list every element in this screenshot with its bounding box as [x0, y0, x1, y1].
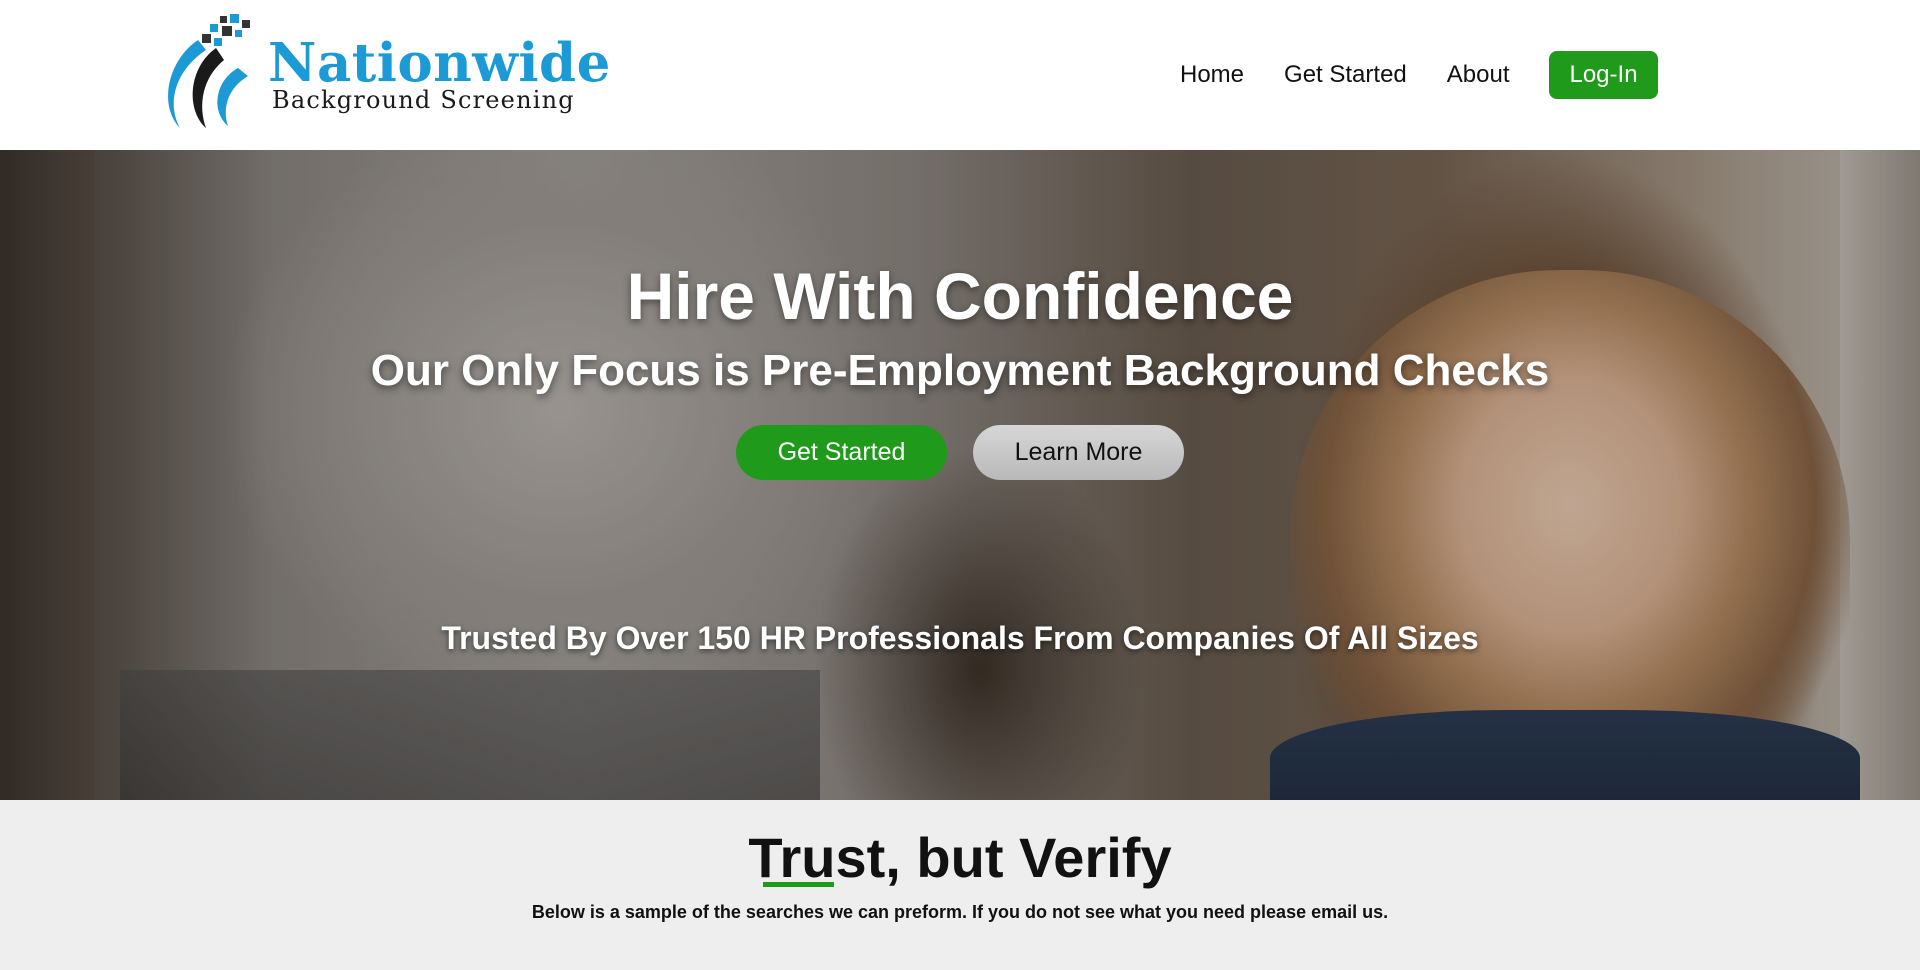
brand-tagline: Background Screening [272, 86, 575, 114]
brand-name: Nationwide [268, 32, 611, 94]
get-started-button[interactable]: Get Started [736, 425, 947, 480]
nav-about-link[interactable]: About [1447, 61, 1510, 89]
brand-swoosh-icon [168, 14, 250, 128]
hero-title: Hire With Confidence [626, 259, 1294, 333]
hero-subtitle: Our Only Focus is Pre-Employment Backgro… [370, 346, 1550, 395]
section-title-underline [763, 882, 834, 887]
hero-banner: Hire With Confidence Our Only Focus is P… [0, 150, 1920, 800]
nav-get-started-link[interactable]: Get Started [1284, 61, 1407, 89]
nav-home-link[interactable]: Home [1180, 61, 1244, 89]
trust-section: Trust, but Verify Below is a sample of t… [0, 800, 1920, 970]
main-nav: Home Get Started About Log-In [1180, 51, 1658, 99]
hero-button-group: Get Started Learn More [0, 425, 1920, 480]
brand-logo[interactable]: Nationwide Background Screening [158, 10, 610, 135]
site-header: Nationwide Background Screening Home Get… [0, 0, 1920, 150]
section-description: Below is a sample of the searches we can… [531, 902, 1389, 922]
hero-trusted-text: Trusted By Over 150 HR Professionals Fro… [441, 620, 1479, 656]
section-title: Trust, but Verify [748, 826, 1172, 889]
learn-more-button[interactable]: Learn More [973, 425, 1184, 480]
login-button[interactable]: Log-In [1549, 51, 1658, 99]
